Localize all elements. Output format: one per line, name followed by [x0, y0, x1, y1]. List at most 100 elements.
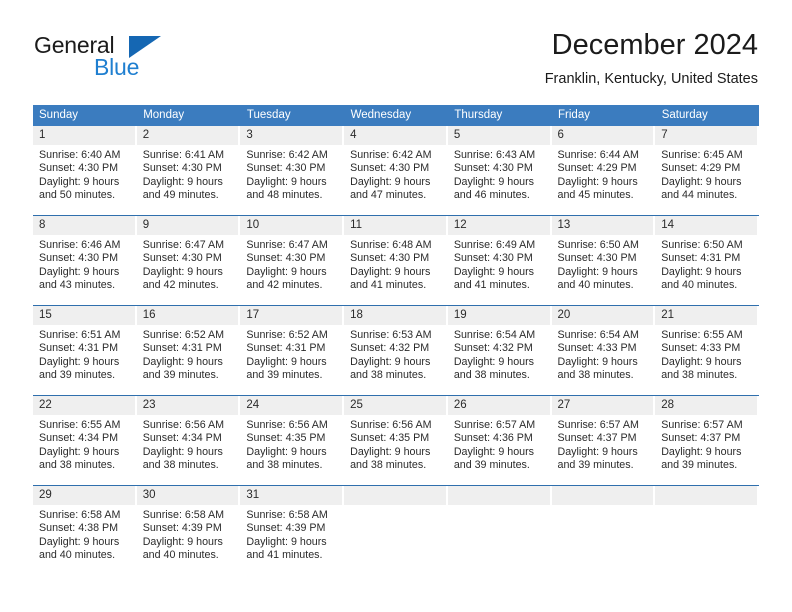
daylight-text-line2: and 40 minutes.	[661, 279, 738, 292]
calendar-day-cell[interactable]: 8 Sunrise: 6:46 AM Sunset: 4:30 PM Daylight…	[33, 216, 135, 305]
day-details: Sunrise: 6:48 AM Sunset: 4:30 PM Daylight:…	[344, 235, 446, 293]
day-details: Sunrise: 6:52 AM Sunset: 4:31 PM Daylight:…	[137, 325, 239, 383]
calendar-day-cell[interactable]: 24 Sunrise: 6:56 AM Sunset: 4:35 PM Dayligh…	[240, 396, 343, 485]
calendar-week-row: 22 Sunrise: 6:55 AM Sunset: 4:34 PM Dayligh…	[33, 395, 759, 486]
sunset-text: Sunset: 4:34 PM	[142, 432, 222, 445]
calendar-day-cell[interactable]: 31 Sunrise: 6:58 AM Sunset: 4:39 PM Dayligh…	[240, 486, 343, 575]
calendar-day-cell[interactable]: 26 Sunrise: 6:57 AM Sunset: 4:36 PM Dayligh…	[447, 396, 550, 485]
sunrise-text: Sunrise: 6:48 AM	[350, 239, 432, 251]
daylight-text-line1: Daylight: 9 hours	[142, 535, 223, 548]
calendar-day-cell[interactable]: 28 Sunrise: 6:57 AM Sunset: 4:37 PM Dayligh…	[655, 396, 757, 485]
sunrise-sunset-calendar: Sunday Monday Tuesday Wednesday Thursday…	[33, 105, 760, 575]
day-details: Sunrise: 6:51 AM Sunset: 4:31 PM Daylight:…	[33, 325, 135, 383]
general-blue-logo[interactable]: General Blue	[34, 32, 234, 88]
daylight-text-line1: Daylight: 9 hours	[39, 355, 120, 368]
calendar-day-cell[interactable]: 9 Sunrise: 6:47 AM Sunset: 4:30 PM Daylight…	[136, 216, 239, 305]
calendar-day-cell[interactable]: 5 Sunrise: 6:43 AM Sunset: 4:30 PM Daylight…	[447, 126, 550, 215]
sunset-text: Sunset: 4:30 PM	[39, 162, 119, 175]
sunset-text: Sunset: 4:37 PM	[661, 432, 741, 445]
calendar-day-cell[interactable]: 17 Sunrise: 6:52 AM Sunset: 4:31 PM Dayligh…	[240, 306, 343, 395]
sunrise-text: Sunrise: 6:54 AM	[557, 329, 639, 341]
daylight-text-line1: Daylight: 9 hours	[453, 445, 535, 458]
sunset-text: Sunset: 4:32 PM	[453, 342, 533, 355]
calendar-day-cell[interactable]: 25 Sunrise: 6:56 AM Sunset: 4:35 PM Dayligh…	[344, 396, 446, 485]
calendar-day-cell[interactable]: 23 Sunrise: 6:56 AM Sunset: 4:34 PM Dayligh…	[136, 396, 239, 485]
day-number	[655, 486, 757, 505]
day-number: 28	[655, 396, 757, 415]
day-details: Sunrise: 6:57 AM Sunset: 4:37 PM Daylight:…	[655, 415, 757, 473]
calendar-day-cell[interactable]: 10 Sunrise: 6:47 AM Sunset: 4:30 PM Dayligh…	[240, 216, 343, 305]
daylight-text-line2: and 38 minutes.	[246, 459, 323, 472]
sunrise-text: Sunrise: 6:49 AM	[453, 239, 536, 251]
sunrise-text: Sunrise: 6:50 AM	[557, 239, 639, 251]
calendar-day-cell[interactable]: 19 Sunrise: 6:54 AM Sunset: 4:32 PM Dayligh…	[447, 306, 550, 395]
sunset-text: Sunset: 4:33 PM	[557, 342, 637, 355]
daylight-text-line1: Daylight: 9 hours	[142, 445, 223, 458]
daylight-text-line1: Daylight: 9 hours	[453, 175, 535, 188]
sunrise-text: Sunrise: 6:54 AM	[453, 329, 536, 341]
daylight-text-line2: and 39 minutes.	[557, 459, 634, 472]
sunrise-text: Sunrise: 6:51 AM	[39, 329, 121, 341]
calendar-day-cell[interactable]: 21 Sunrise: 6:55 AM Sunset: 4:33 PM Dayligh…	[655, 306, 757, 395]
day-details: Sunrise: 6:56 AM Sunset: 4:35 PM Daylight:…	[240, 415, 342, 473]
day-number: 4	[344, 126, 446, 145]
calendar-day-cell[interactable]: 27 Sunrise: 6:57 AM Sunset: 4:37 PM Dayligh…	[551, 396, 654, 485]
daylight-text-line2: and 39 minutes.	[246, 369, 323, 382]
calendar-day-cell[interactable]: 3 Sunrise: 6:42 AM Sunset: 4:30 PM Daylight…	[240, 126, 343, 215]
location-subtitle: Franklin, Kentucky, United States	[544, 71, 758, 87]
calendar-day-cell[interactable]: 20 Sunrise: 6:54 AM Sunset: 4:33 PM Dayligh…	[551, 306, 654, 395]
sunset-text: Sunset: 4:30 PM	[142, 162, 222, 175]
calendar-day-cell[interactable]: 18 Sunrise: 6:53 AM Sunset: 4:32 PM Dayligh…	[344, 306, 446, 395]
day-details: Sunrise: 6:43 AM Sunset: 4:30 PM Daylight:…	[448, 145, 550, 203]
day-number: 5	[447, 126, 550, 145]
day-details: Sunrise: 6:49 AM Sunset: 4:30 PM Daylight:…	[448, 235, 550, 293]
calendar-day-cell[interactable]: 4 Sunrise: 6:42 AM Sunset: 4:30 PM Daylight…	[344, 126, 446, 215]
sunset-text: Sunset: 4:30 PM	[246, 162, 326, 175]
sunset-text: Sunset: 4:31 PM	[39, 342, 119, 355]
day-number: 12	[447, 216, 550, 235]
sunrise-text: Sunrise: 6:41 AM	[142, 149, 225, 161]
sunrise-text: Sunrise: 6:56 AM	[142, 419, 225, 431]
calendar-day-cell[interactable]: 6 Sunrise: 6:44 AM Sunset: 4:29 PM Daylight…	[551, 126, 654, 215]
day-details: Sunrise: 6:50 AM Sunset: 4:31 PM Daylight:…	[655, 235, 757, 293]
daylight-text-line2: and 38 minutes.	[350, 459, 427, 472]
calendar-day-cell[interactable]: 13 Sunrise: 6:50 AM Sunset: 4:30 PM Dayligh…	[551, 216, 654, 305]
daylight-text-line2: and 38 minutes.	[453, 369, 530, 382]
calendar-day-cell[interactable]: 11 Sunrise: 6:48 AM Sunset: 4:30 PM Dayligh…	[344, 216, 446, 305]
daylight-text-line1: Daylight: 9 hours	[661, 355, 742, 368]
calendar-empty-cell	[447, 486, 550, 575]
sunset-text: Sunset: 4:34 PM	[39, 432, 119, 445]
day-number: 15	[33, 306, 135, 325]
calendar-day-cell[interactable]: 15 Sunrise: 6:51 AM Sunset: 4:31 PM Dayligh…	[33, 306, 135, 395]
sunset-text: Sunset: 4:38 PM	[39, 522, 119, 535]
calendar-day-cell[interactable]: 14 Sunrise: 6:50 AM Sunset: 4:31 PM Dayligh…	[655, 216, 757, 305]
calendar-day-cell[interactable]: 7 Sunrise: 6:45 AM Sunset: 4:29 PM Daylight…	[655, 126, 757, 215]
calendar-day-cell[interactable]: 29 Sunrise: 6:58 AM Sunset: 4:38 PM Dayligh…	[33, 486, 135, 575]
day-details: Sunrise: 6:57 AM Sunset: 4:37 PM Daylight:…	[552, 415, 654, 473]
sunrise-text: Sunrise: 6:57 AM	[661, 419, 743, 431]
day-number	[447, 486, 550, 505]
day-number: 1	[33, 126, 135, 145]
sunrise-text: Sunrise: 6:50 AM	[661, 239, 743, 251]
calendar-day-cell[interactable]: 30 Sunrise: 6:58 AM Sunset: 4:39 PM Dayligh…	[136, 486, 239, 575]
daylight-text-line2: and 41 minutes.	[453, 279, 530, 292]
calendar-day-cell[interactable]: 1 Sunrise: 6:40 AM Sunset: 4:30 PM Daylight…	[33, 126, 135, 215]
calendar-day-cell[interactable]: 12 Sunrise: 6:49 AM Sunset: 4:30 PM Dayligh…	[447, 216, 550, 305]
day-number: 27	[551, 396, 654, 415]
sunrise-text: Sunrise: 6:58 AM	[39, 509, 121, 521]
sunrise-text: Sunrise: 6:58 AM	[142, 509, 225, 521]
daylight-text-line1: Daylight: 9 hours	[661, 445, 742, 458]
daylight-text-line2: and 40 minutes.	[39, 549, 116, 562]
calendar-day-cell[interactable]: 22 Sunrise: 6:55 AM Sunset: 4:34 PM Dayligh…	[33, 396, 135, 485]
calendar-day-cell[interactable]: 16 Sunrise: 6:52 AM Sunset: 4:31 PM Dayligh…	[136, 306, 239, 395]
sunrise-text: Sunrise: 6:57 AM	[557, 419, 639, 431]
calendar-day-cell[interactable]: 2 Sunrise: 6:41 AM Sunset: 4:30 PM Daylight…	[136, 126, 239, 215]
daylight-text-line1: Daylight: 9 hours	[39, 175, 120, 188]
calendar-week-row: 8 Sunrise: 6:46 AM Sunset: 4:30 PM Daylight…	[33, 215, 759, 306]
sunrise-text: Sunrise: 6:55 AM	[39, 419, 121, 431]
daylight-text-line2: and 38 minutes.	[661, 369, 738, 382]
day-number: 17	[240, 306, 343, 325]
daylight-text-line1: Daylight: 9 hours	[453, 265, 535, 278]
day-details: Sunrise: 6:40 AM Sunset: 4:30 PM Daylight:…	[33, 145, 135, 203]
daylight-text-line1: Daylight: 9 hours	[350, 265, 431, 278]
